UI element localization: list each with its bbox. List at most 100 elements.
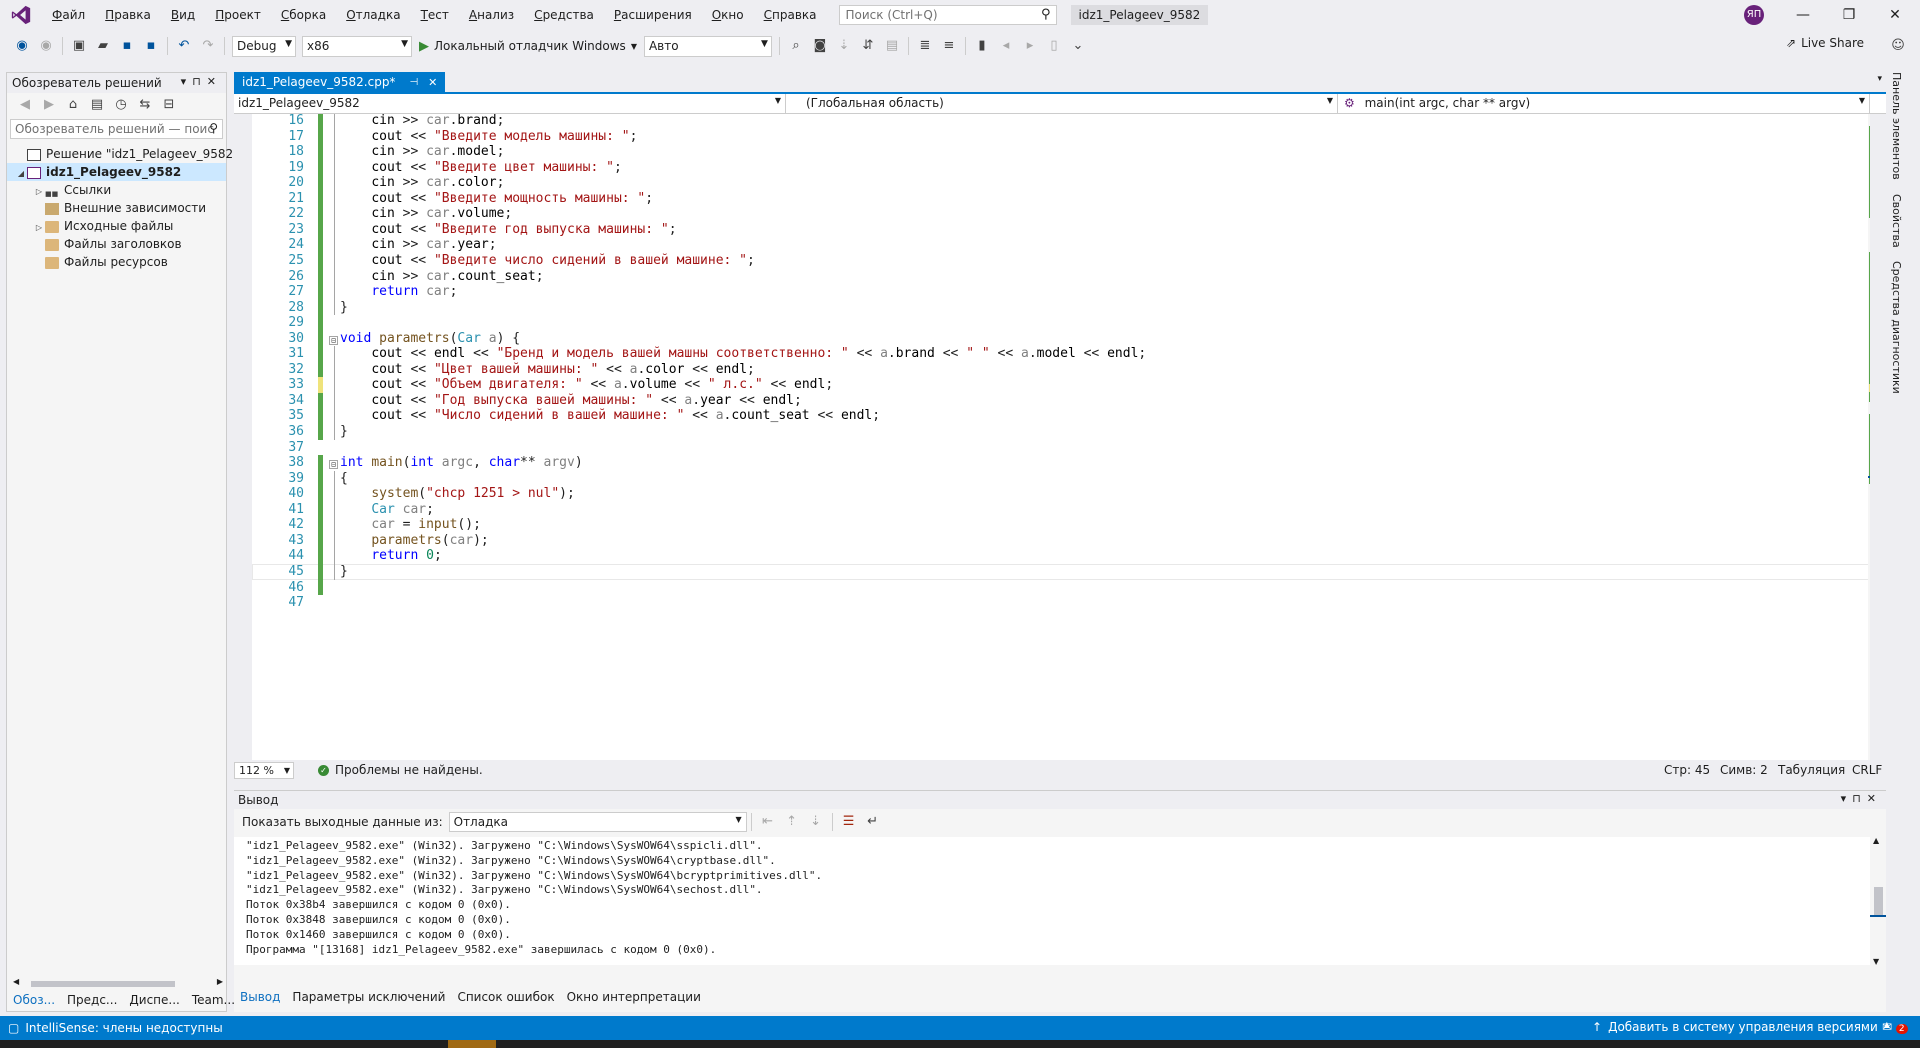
pin-icon[interactable]: ⊣ (409, 77, 418, 88)
side-tool-tab[interactable]: Свойства (1890, 194, 1903, 248)
code-line[interactable]: 27 return car; (252, 284, 1870, 300)
code-line[interactable]: 30 ⊟ void parametrs(Car a) { (252, 330, 1870, 347)
panel-tab[interactable]: Диспе... (123, 991, 185, 1011)
collapse-region-icon[interactable]: ⊟ (329, 460, 338, 470)
scroll-down-icon[interactable]: ▼ (1873, 957, 1879, 966)
menu-item[interactable]: Вид (161, 0, 205, 30)
solution-explorer-search-input[interactable]: Обозреватель решений — поис ⚲ (10, 119, 223, 139)
close-tab-icon[interactable]: ✕ (428, 76, 437, 89)
open-file-icon[interactable]: ▰ (93, 36, 113, 56)
glyph-margin[interactable] (234, 114, 252, 760)
camera-icon[interactable]: ◙ (810, 36, 830, 56)
side-tool-tab[interactable]: Средства диагностики (1890, 261, 1903, 394)
minimize-button[interactable]: — (1780, 0, 1826, 30)
navigate-back-icon[interactable]: ◉ (12, 36, 32, 56)
forward-icon[interactable]: ▶ (39, 95, 59, 115)
vertical-scrollbar[interactable] (1868, 114, 1870, 760)
feedback-icon[interactable]: ☺ (1888, 36, 1908, 56)
zoom-level-select[interactable]: 112 % ▼ (234, 762, 294, 779)
switch-views-icon[interactable]: ▤ (87, 95, 107, 115)
tree-item[interactable]: Файлы ресурсов (7, 253, 226, 271)
scroll-left-icon[interactable]: ◀ (13, 977, 19, 986)
tree-item[interactable]: ▷ Исходные файлы (7, 217, 226, 235)
code-line[interactable]: 22 cin >> car.volume; (252, 206, 1870, 222)
bookmark-icon[interactable]: ▮ (972, 36, 992, 56)
sync-icon[interactable]: ⇆ (135, 95, 155, 115)
indent-indicator[interactable]: Табуляция (1778, 763, 1845, 777)
tree-item[interactable]: ▷ ■■ Ссылки (7, 181, 226, 199)
panel-tab[interactable]: Team... (186, 991, 241, 1011)
code-line[interactable]: 47 (252, 595, 1870, 611)
hot-reload-icon[interactable]: ⇵ (858, 36, 878, 56)
line-ending-indicator[interactable]: CRLF (1852, 763, 1882, 777)
taskbar-active-item[interactable] (448, 1040, 496, 1048)
debug-target-select[interactable]: Авто ▼ (643, 35, 772, 57)
code-line[interactable]: 32 cout << "Цвет вашей машины: " << a.co… (252, 361, 1870, 378)
code-line[interactable]: 44 return 0; (252, 548, 1870, 564)
menu-item[interactable]: Расширения (604, 0, 702, 30)
menu-item[interactable]: Файл (42, 0, 95, 30)
word-wrap-icon[interactable]: ↵ (863, 812, 883, 832)
scroll-right-icon[interactable]: ▶ (217, 977, 223, 986)
code-line[interactable]: 38 ⊟ int main(int argc, char** argv) (252, 455, 1870, 471)
scroll-up-icon[interactable]: ▲ (1873, 836, 1879, 845)
code-editor[interactable]: 16 cin >> car.brand; 17 cout << "Введите … (234, 114, 1870, 760)
code-line[interactable]: 42 car = input(); (252, 517, 1870, 533)
code-line[interactable]: 46 (252, 579, 1870, 596)
output-source-select[interactable]: Отладка ▼ (448, 812, 747, 832)
menu-item[interactable]: Тест (411, 0, 459, 30)
code-line[interactable]: 25 cout << "Введите число сидений в ваше… (252, 253, 1870, 269)
code-line[interactable]: 23 cout << "Введите год выпуска машины: … (252, 221, 1870, 238)
tree-item[interactable]: Файлы заголовков (7, 235, 226, 253)
close-window-button[interactable]: ✕ (1872, 0, 1918, 30)
navigate-forward-icon[interactable]: ◉ (36, 36, 56, 56)
column-indicator[interactable]: Симв: 2 (1720, 763, 1768, 777)
find-message-icon[interactable]: ⇤ (758, 812, 778, 832)
scrollbar-thumb[interactable] (31, 981, 175, 987)
pending-changes-icon[interactable]: ◷ (111, 95, 131, 115)
code-line[interactable]: 45} (252, 564, 1870, 580)
user-avatar[interactable]: ЯП (1744, 5, 1764, 25)
new-project-icon[interactable]: ▣ (69, 36, 89, 56)
restore-button[interactable]: ❐ (1826, 0, 1872, 30)
code-line[interactable]: 39 { (252, 470, 1870, 487)
code-line[interactable]: 36} (252, 424, 1870, 440)
redo-icon[interactable]: ↷ (198, 36, 218, 56)
code-line[interactable]: 43 parametrs(car); (252, 532, 1870, 549)
code-line[interactable]: 24 cin >> car.year; (252, 237, 1870, 253)
menu-item[interactable]: Отладка (336, 0, 410, 30)
bookmark-next-icon[interactable]: ▸ (1020, 36, 1040, 56)
menu-item[interactable]: Справка (754, 0, 827, 30)
menu-item[interactable]: Средства (524, 0, 604, 30)
code-line[interactable]: 16 cin >> car.brand; (252, 114, 1870, 129)
side-tool-tab[interactable]: Панель элементов (1890, 72, 1903, 180)
member-dropdown[interactable]: ⚙ main(int argc, char ** argv) ▼ (1338, 94, 1870, 114)
home-icon[interactable]: ⌂ (63, 95, 83, 115)
code-line[interactable]: 41 Car car; (252, 501, 1870, 518)
line-indicator[interactable]: Стр: 45 (1664, 763, 1710, 777)
code-line[interactable]: 33 cout << "Объем двигателя: " << a.volu… (252, 377, 1870, 393)
quick-search-input[interactable]: Поиск (Ctrl+Q) ⚲ (838, 5, 1057, 25)
code-line[interactable]: 40 system("chcp 1251 > nul"); (252, 486, 1870, 502)
issues-indicator[interactable]: ✓ Проблемы не найдены. (318, 763, 483, 777)
menu-item[interactable]: Окно (702, 0, 754, 30)
next-message-icon[interactable]: ⇣ (806, 812, 826, 832)
tree-item[interactable]: Внешние зависимости (7, 199, 226, 217)
code-line[interactable]: 37 (252, 440, 1870, 456)
panel-tab[interactable]: Предс... (61, 991, 123, 1011)
notifications-button[interactable]: ✉ 2 (1882, 1020, 1908, 1034)
output-text[interactable]: "idz1_Pelageev_9582.exe" (Win32). Загруж… (234, 837, 1870, 965)
clear-all-icon[interactable]: ☰ (839, 812, 859, 832)
menu-item[interactable]: Сборка (271, 0, 336, 30)
layout-icon[interactable]: ▤ (882, 36, 902, 56)
tree-item[interactable]: Решение "idz1_Pelageev_9582" (пр (7, 145, 263, 163)
prev-message-icon[interactable]: ⇡ (782, 812, 802, 832)
collapse-region-icon[interactable]: ⊟ (329, 335, 338, 345)
bookmark-prev-icon[interactable]: ◂ (996, 36, 1016, 56)
tab-overflow-icon[interactable]: ▾ (1877, 74, 1882, 84)
menu-item[interactable]: Правка (95, 0, 161, 30)
code-line[interactable]: 34 cout << "Год выпуска вашей машины: " … (252, 392, 1870, 409)
code-line[interactable]: 35 cout << "Число сидений в вашей машине… (252, 408, 1870, 424)
undo-icon[interactable]: ↶ (174, 36, 194, 56)
save-all-icon[interactable]: ▪ (141, 36, 161, 56)
